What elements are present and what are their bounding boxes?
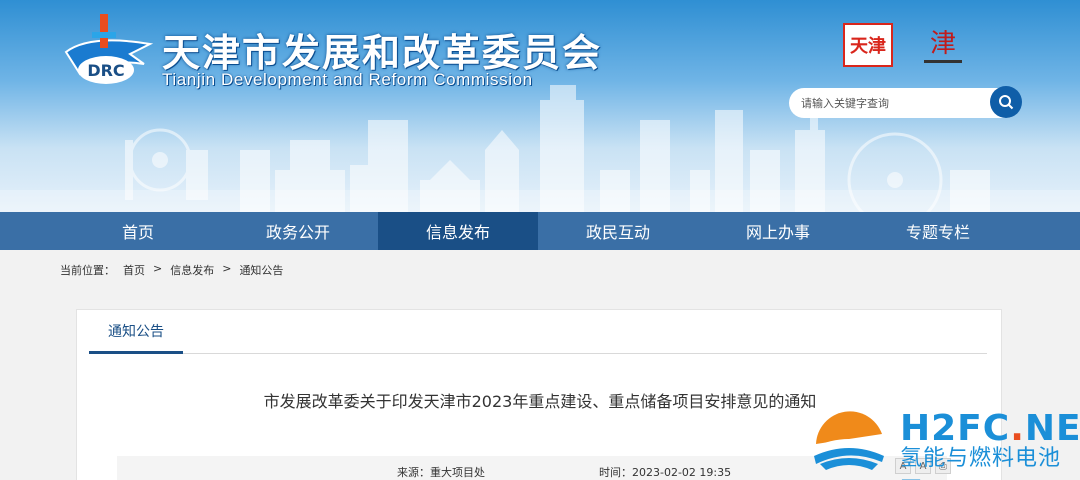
breadcrumb-prefix: 当前位置： — [60, 264, 115, 277]
nav-item-special-topics[interactable]: 专题专栏 — [858, 212, 1018, 250]
site-title: 天津市发展和改革委员会 — [162, 31, 603, 75]
nav-item-information-release[interactable]: 信息发布 — [378, 212, 538, 250]
search-input[interactable] — [801, 88, 991, 118]
breadcrumb-separator: > — [153, 262, 163, 275]
breadcrumb-home[interactable]: 首页 — [123, 262, 145, 278]
panel-header: 通知公告 — [89, 310, 987, 354]
header-banner: DRC 天津市发展和改革委员会 Tianjin Development and … — [0, 0, 1080, 212]
breadcrumb: 当前位置： 首页 > 信息发布 > 通知公告 — [60, 262, 283, 278]
h2fc-watermark-logo-icon — [812, 411, 886, 470]
seal-left-text: 天津 — [850, 35, 886, 57]
search-button[interactable] — [990, 86, 1022, 118]
nav-item-home[interactable]: 首页 — [58, 212, 218, 250]
nav-item-interaction[interactable]: 政民互动 — [538, 212, 698, 250]
search-box — [789, 88, 1021, 118]
article-source: 来源：重大项目处 — [397, 464, 485, 480]
site-subtitle: Tianjin Development and Reform Commissio… — [162, 70, 533, 89]
source-value: 重大项目处 — [430, 466, 485, 479]
calligraphy-logo-icon: 津 — [924, 29, 962, 63]
logo-text: DRC — [87, 61, 124, 80]
breadcrumb-notices[interactable]: 通知公告 — [239, 262, 283, 278]
seal-right-text: 津 — [930, 29, 956, 59]
drc-logo-icon: DRC — [64, 14, 154, 84]
nav-item-online-services[interactable]: 网上办事 — [698, 212, 858, 250]
source-label: 来源： — [397, 466, 430, 479]
article-time: 时间：2023-02-02 19:35 — [599, 464, 731, 480]
main-navigation: 首页 政务公开 信息发布 政民互动 网上办事 专题专栏 — [0, 212, 1080, 250]
breadcrumb-separator: > — [222, 262, 232, 275]
nav-item-government-affairs[interactable]: 政务公开 — [218, 212, 378, 250]
time-label: 时间： — [599, 466, 632, 479]
watermark-tagline: 氢能与燃料电池网 — [900, 446, 1062, 480]
tab-notices[interactable]: 通知公告 — [89, 310, 183, 354]
time-value: 2023-02-02 19:35 — [632, 466, 732, 479]
red-seal-logo-icon: 天津 — [843, 23, 893, 67]
magnifier-icon — [999, 95, 1014, 110]
breadcrumb-information-release[interactable]: 信息发布 — [170, 262, 214, 278]
